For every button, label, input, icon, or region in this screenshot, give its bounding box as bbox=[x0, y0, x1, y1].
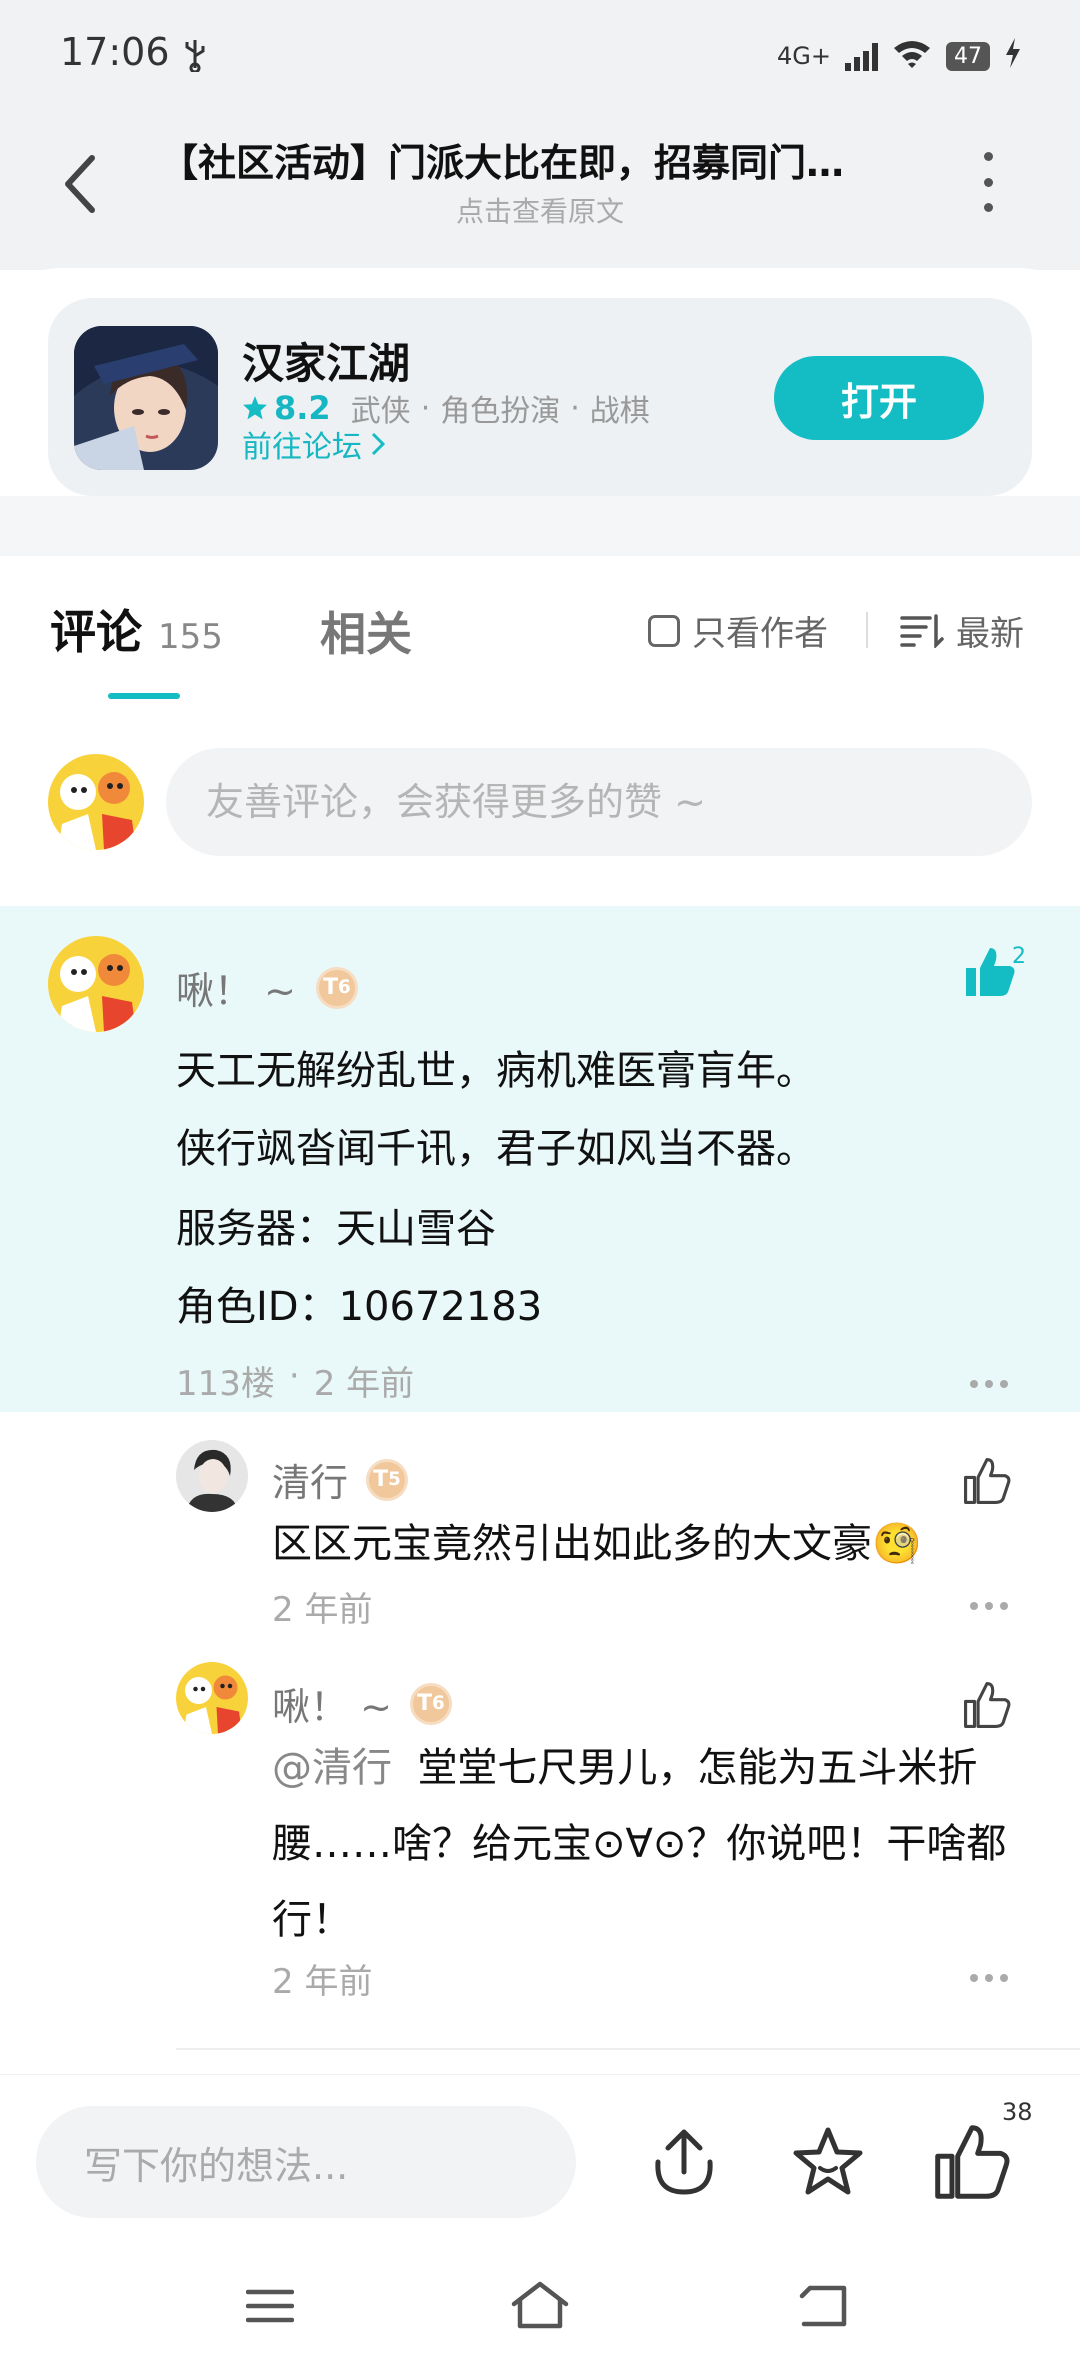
thumbs-up-icon bbox=[966, 948, 1015, 996]
comment-time: 2 年前 bbox=[313, 1364, 415, 1404]
floor-number: 113楼 bbox=[176, 1364, 275, 1404]
tab-active-indicator bbox=[108, 693, 180, 699]
reply-text: 区区元宝竟然引出如此多的大文豪🧐 bbox=[272, 1521, 922, 1567]
like-button[interactable] bbox=[962, 1680, 1022, 1736]
go-to-forum-link[interactable]: 前往论坛 bbox=[242, 422, 386, 466]
menu-nav-button[interactable] bbox=[245, 2286, 295, 2330]
post-like-count: 38 bbox=[1002, 2098, 1033, 2126]
forum-link-label: 前往论坛 bbox=[242, 430, 362, 465]
reply-time: 2 年前 bbox=[272, 1590, 373, 1630]
username: 啾！ ~ bbox=[176, 969, 296, 1013]
my-avatar bbox=[48, 754, 144, 850]
author-only-toggle[interactable]: 只看作者 bbox=[648, 606, 828, 655]
tab-comments-count: 155 bbox=[158, 617, 223, 657]
like-button[interactable] bbox=[962, 1456, 1022, 1512]
chevron-left-icon bbox=[65, 155, 95, 213]
username: 啾！ ~ bbox=[272, 1685, 392, 1729]
reply-time: 2 年前 bbox=[272, 1962, 373, 2002]
back-icon bbox=[799, 2285, 847, 2327]
thumbs-up-outline-icon bbox=[964, 1458, 1011, 1504]
home-icon bbox=[511, 2281, 569, 2329]
comment-more-button[interactable] bbox=[970, 1380, 1008, 1388]
comment-author[interactable]: 啾！ ~ T6 bbox=[176, 960, 358, 1015]
wifi-icon bbox=[892, 38, 932, 74]
reply-text: @清行 堂堂七尺男儿，怎能为五斗米折腰……啥？给元宝⊙∀⊙？你说吧！干啥都行！ bbox=[272, 1730, 1016, 1958]
home-nav-button[interactable] bbox=[510, 2280, 570, 2334]
comment-line: 服务器：天山雪谷 bbox=[176, 1206, 496, 1252]
battery-icon: 47 bbox=[946, 41, 990, 71]
reply-author[interactable]: 清行 T5 bbox=[272, 1452, 409, 1507]
game-tag: 角色扮演 bbox=[440, 394, 561, 429]
section-gap bbox=[0, 496, 1080, 556]
tag-separator: · bbox=[420, 390, 431, 426]
comment-line: 角色ID：10672183 bbox=[176, 1284, 543, 1330]
favorite-button[interactable] bbox=[788, 2122, 868, 2202]
like-count: 2 bbox=[1012, 944, 1026, 969]
sort-newest-button[interactable]: 最新 bbox=[900, 606, 1024, 655]
usb-icon bbox=[182, 38, 208, 80]
game-icon[interactable] bbox=[74, 326, 218, 470]
comment-line: 侠行飒沓闻千讯，君子如风当不器。 bbox=[176, 1126, 816, 1172]
checkbox-icon[interactable] bbox=[648, 614, 680, 647]
divider bbox=[866, 612, 868, 648]
username: 清行 bbox=[272, 1461, 349, 1505]
chevron-right-icon bbox=[371, 432, 386, 456]
sort-label: 最新 bbox=[956, 614, 1024, 654]
reply-more-button[interactable] bbox=[970, 1974, 1008, 1982]
open-game-button[interactable]: 打开 bbox=[774, 356, 984, 440]
post-title: 【社区活动】门派大比在即，招募同门… bbox=[160, 141, 845, 185]
author-only-label: 只看作者 bbox=[692, 614, 828, 654]
write-thought-input[interactable]: 写下你的想法... bbox=[36, 2106, 576, 2218]
share-icon bbox=[655, 2129, 713, 2195]
avatar[interactable] bbox=[176, 1440, 248, 1512]
more-options-button[interactable] bbox=[968, 152, 1008, 212]
menu-icon bbox=[245, 2289, 295, 2323]
star-icon bbox=[243, 396, 267, 420]
signal-icon bbox=[845, 41, 878, 71]
view-original-link[interactable]: 点击查看原文 bbox=[160, 190, 920, 230]
game-name: 汉家江湖 bbox=[242, 339, 411, 388]
comment-meta: 113楼 · 2 年前 bbox=[176, 1356, 415, 1404]
comment-input[interactable] bbox=[166, 748, 1032, 856]
status-icons: 4G+ 47 bbox=[777, 38, 1022, 74]
divider bbox=[176, 2048, 1080, 2050]
status-time: 17:06 bbox=[60, 30, 170, 74]
level-badge: T6 bbox=[315, 966, 358, 1009]
tab-comments-label: 评论 bbox=[50, 605, 142, 659]
like-button[interactable] bbox=[962, 944, 1042, 1014]
sort-icon bbox=[900, 613, 944, 648]
star-outline-icon bbox=[793, 2127, 863, 2195]
reply-author[interactable]: 啾！ ~ T6 bbox=[272, 1676, 452, 1731]
mention-link[interactable]: @清行 bbox=[272, 1745, 392, 1791]
avatar[interactable] bbox=[176, 1662, 248, 1734]
tag-separator: · bbox=[570, 390, 580, 426]
level-badge: T6 bbox=[409, 1682, 452, 1725]
like-post-button[interactable] bbox=[932, 2122, 1012, 2202]
tab-comments[interactable]: 评论 155 bbox=[50, 596, 223, 662]
network-type: 4G+ bbox=[777, 42, 831, 70]
comment-line: 天工无解纷乱世，病机难医膏肓年。 bbox=[176, 1048, 816, 1094]
level-badge: T5 bbox=[366, 1458, 409, 1501]
back-button[interactable] bbox=[58, 150, 106, 218]
back-nav-button[interactable] bbox=[796, 2284, 850, 2332]
thumbs-up-outline-icon bbox=[935, 2125, 1010, 2199]
tab-related[interactable]: 相关 bbox=[320, 598, 412, 664]
reply-more-button[interactable] bbox=[970, 1602, 1008, 1610]
share-button[interactable] bbox=[644, 2122, 724, 2202]
game-tag: 战棋 bbox=[589, 394, 650, 429]
thumbs-up-outline-icon bbox=[964, 1682, 1011, 1728]
charging-icon bbox=[1004, 38, 1022, 74]
avatar[interactable] bbox=[48, 936, 144, 1032]
